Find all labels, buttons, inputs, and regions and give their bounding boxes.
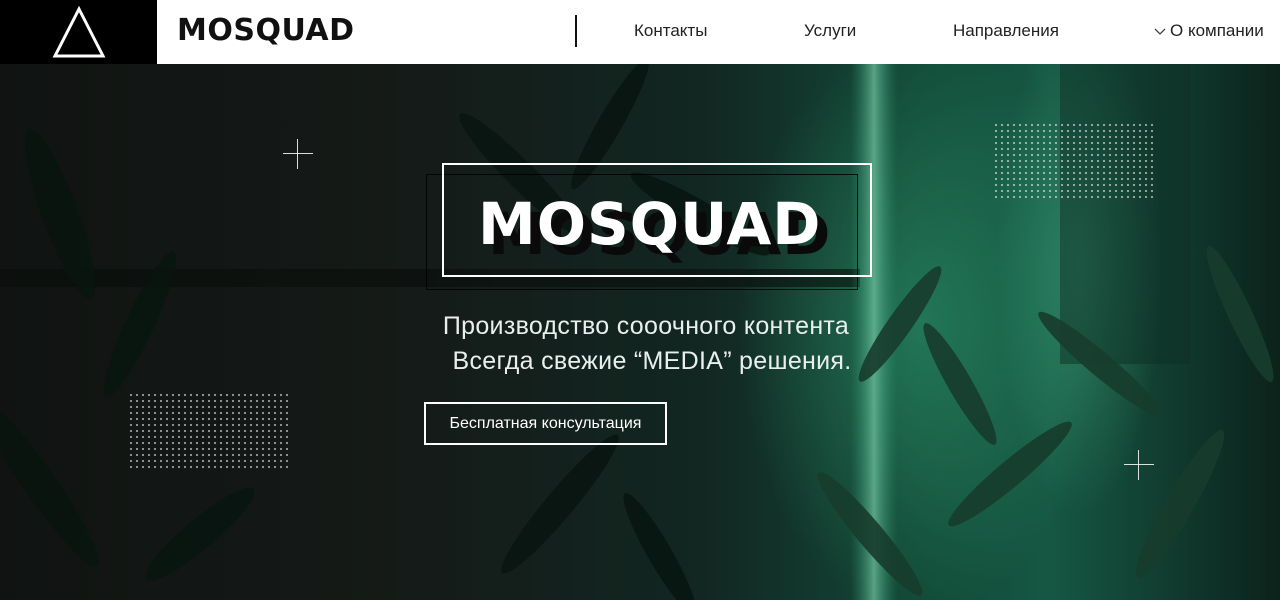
nav-link-directions[interactable]: Направления	[953, 20, 1059, 42]
plus-icon	[1124, 450, 1154, 480]
nav-link-contacts[interactable]: Контакты	[634, 20, 707, 42]
free-consultation-button[interactable]: Бесплатная консультация	[424, 402, 667, 445]
hero-subtitle-line1: Производство сооочного контента	[442, 312, 850, 340]
nav-link-about-label: О компании	[1170, 21, 1264, 40]
logo-mark[interactable]	[0, 0, 157, 64]
hero-title: MOSQUAD	[478, 190, 822, 258]
nav-link-about[interactable]: О компании	[1154, 20, 1264, 42]
chevron-down-icon	[1154, 20, 1166, 42]
site-header: MOSQUAD Контакты Услуги Направления О ко…	[0, 0, 1280, 64]
nav-link-services[interactable]: Услуги	[804, 20, 856, 42]
triangle-logo-icon	[52, 5, 105, 58]
hero-section: MOSQUAD MOSQUAD Производство сооочного к…	[0, 64, 1280, 600]
dot-grid-decoration	[993, 122, 1157, 202]
dot-grid-decoration	[128, 392, 290, 472]
brand-name[interactable]: MOSQUAD	[177, 12, 355, 50]
plus-icon	[283, 139, 313, 169]
nav-divider	[575, 15, 577, 47]
hero-subtitle-line2: Всегда свежие “MEDIA” решения.	[452, 347, 852, 375]
